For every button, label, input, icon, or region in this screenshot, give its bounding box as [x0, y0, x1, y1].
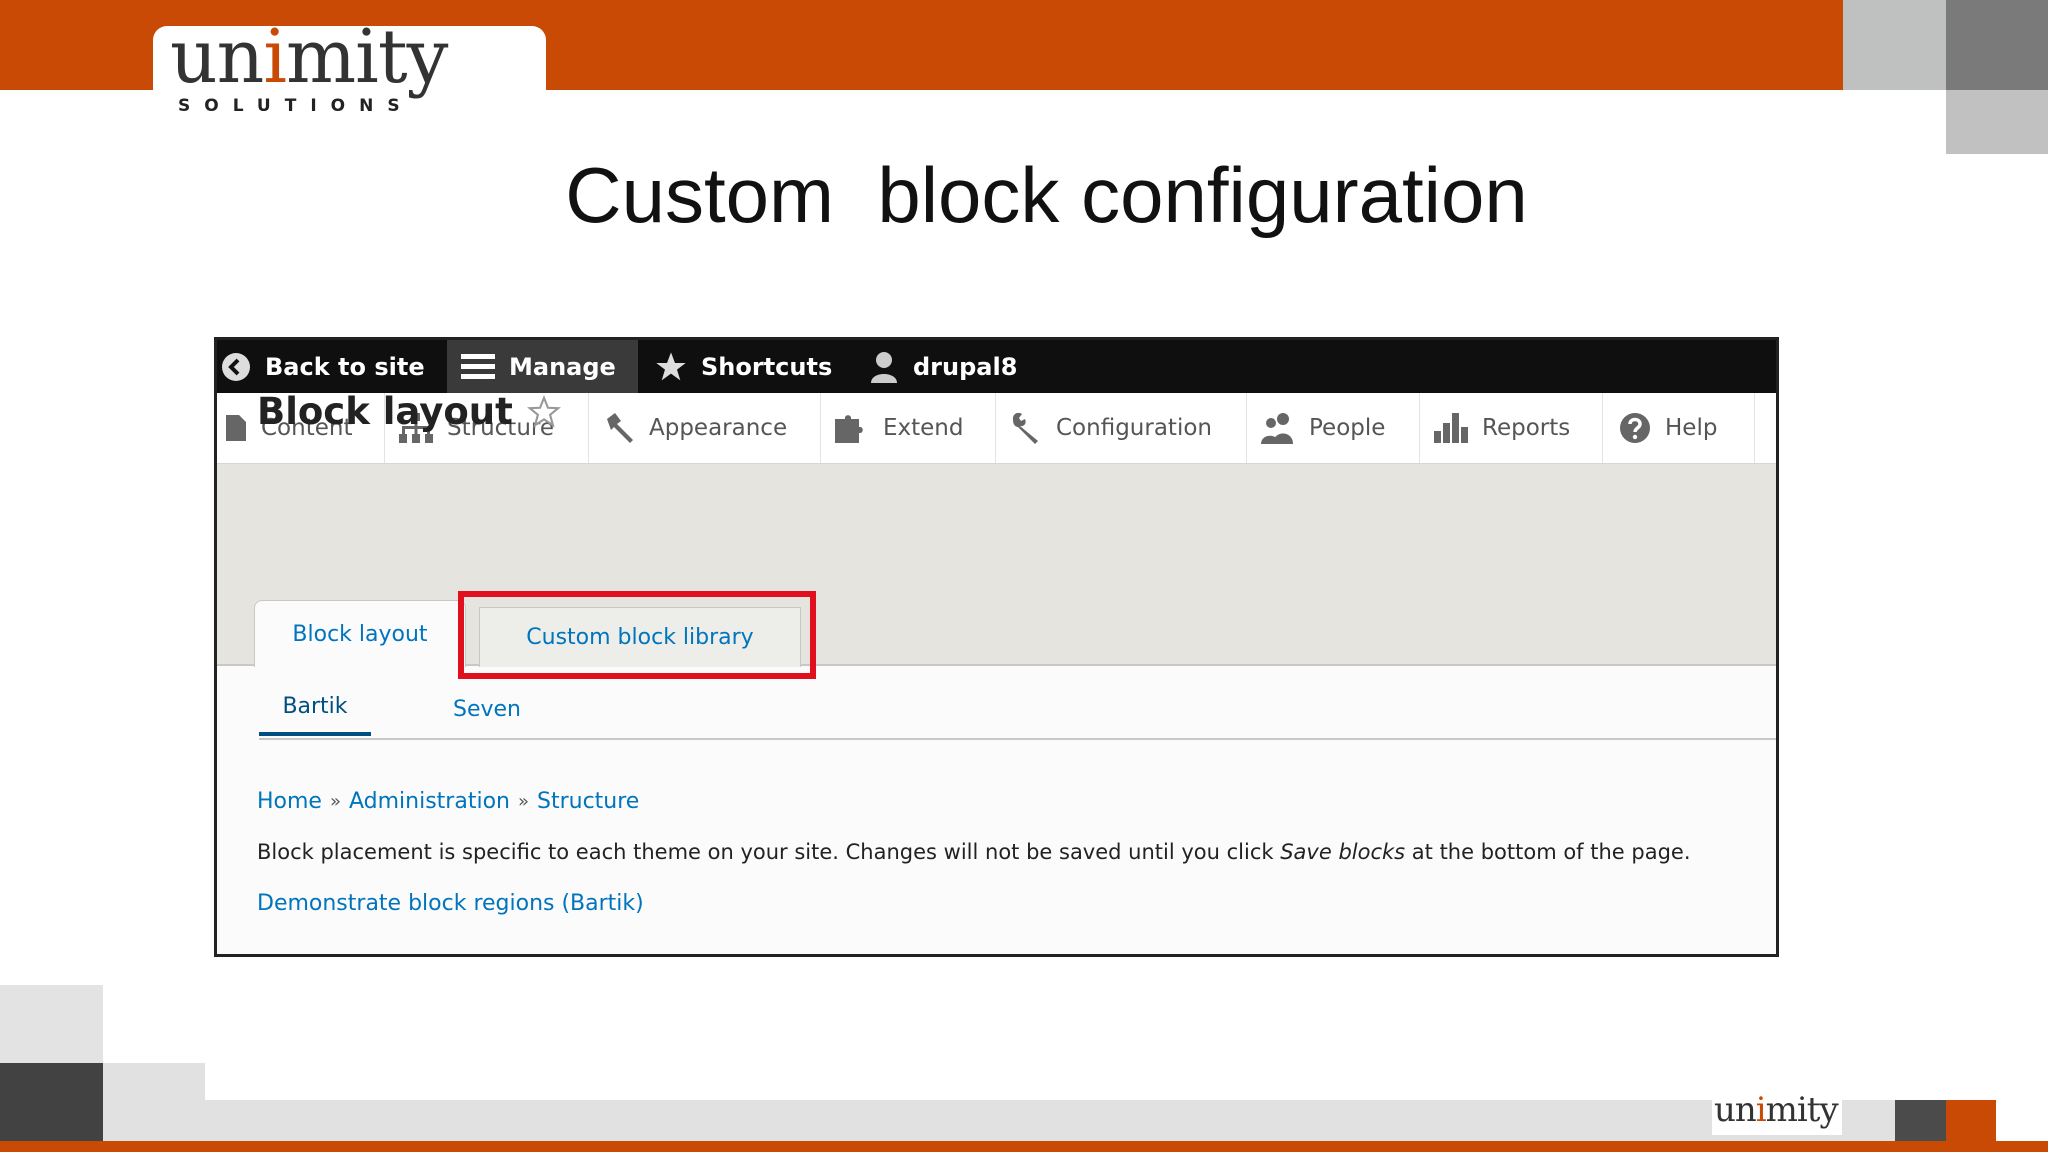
user-label: drupal8 — [913, 352, 1018, 381]
breadcrumb-administration[interactable]: Administration — [349, 789, 510, 814]
shortcuts-label: Shortcuts — [701, 352, 833, 381]
tray-item-label: Extend — [883, 415, 964, 441]
wrench-icon — [1010, 412, 1042, 444]
menu-icon — [461, 352, 495, 382]
drupal-screenshot: Back to site Manage Shortcuts drupal8 Co… — [214, 337, 1779, 957]
tray-item-help[interactable]: Help — [1603, 393, 1755, 463]
shortcuts-tab[interactable]: Shortcuts — [655, 340, 832, 393]
corner-square — [0, 1063, 103, 1141]
user-tab[interactable]: drupal8 — [869, 340, 1017, 393]
demonstrate-block-regions-link[interactable]: Demonstrate block regions (Bartik) — [257, 891, 644, 916]
unimity-logo: unimity — [170, 14, 448, 100]
star-outline-icon[interactable] — [526, 394, 561, 429]
footer-unimity-logo: unimity — [1714, 1090, 1839, 1130]
tray-item-configuration[interactable]: Configuration — [996, 393, 1247, 463]
chevron-left-circle-icon — [221, 352, 251, 382]
breadcrumb-separator: » — [329, 791, 341, 812]
logo-subtitle: SOLUTIONS — [178, 96, 414, 116]
subtab-seven[interactable]: Seven — [447, 680, 527, 738]
tray-item-reports[interactable]: Reports — [1420, 393, 1603, 463]
file-icon — [225, 414, 247, 442]
tray-item-extend[interactable]: Extend — [821, 393, 996, 463]
tray-item-label: Reports — [1482, 415, 1571, 441]
tray-item-label: Appearance — [649, 415, 788, 441]
tray-item-label: Configuration — [1056, 415, 1212, 441]
back-to-site-label: Back to site — [265, 352, 425, 381]
people-icon — [1261, 412, 1295, 444]
bottom-orange-square — [1946, 1100, 1996, 1141]
corner-square — [1843, 0, 1946, 90]
tray-item-label: People — [1309, 415, 1386, 441]
paintbrush-icon — [603, 413, 635, 443]
breadcrumb: Home » Administration » Structure — [257, 789, 639, 814]
breadcrumb-separator: » — [517, 791, 529, 812]
corner-square — [103, 1063, 205, 1141]
manage-tab[interactable]: Manage — [447, 340, 638, 393]
admin-toolbar: Back to site Manage Shortcuts drupal8 — [217, 340, 1776, 393]
page-title-text: Block layout — [257, 390, 513, 433]
tray-item-appearance[interactable]: Appearance — [589, 393, 821, 463]
manage-label: Manage — [509, 352, 616, 381]
back-to-site-link[interactable]: Back to site — [217, 340, 425, 393]
help-icon — [1619, 412, 1651, 444]
bar-chart-icon — [1434, 413, 1468, 443]
page-title: Block layout — [257, 390, 561, 433]
tray-item-people[interactable]: People — [1247, 393, 1420, 463]
tab-block-layout[interactable]: Block layout — [254, 600, 466, 667]
corner-square — [0, 985, 103, 1063]
star-icon — [655, 351, 687, 383]
highlight-box — [458, 591, 816, 679]
user-icon — [869, 351, 899, 383]
corner-square — [1946, 90, 2048, 154]
slide-title: Custom block configuration — [565, 151, 1528, 239]
corner-square — [1946, 0, 2048, 90]
subtab-bartik[interactable]: Bartik — [259, 680, 371, 736]
breadcrumb-home[interactable]: Home — [257, 789, 322, 814]
bottom-orange-line — [0, 1141, 2048, 1152]
theme-subtabs: Bartik Seven — [259, 680, 1776, 740]
block-placement-description: Block placement is specific to each them… — [257, 840, 1691, 864]
bottom-grey-band — [205, 1100, 1895, 1141]
puzzle-icon — [835, 413, 869, 443]
bottom-dark-square — [1895, 1100, 1946, 1141]
tray-item-label: Help — [1665, 415, 1718, 441]
breadcrumb-structure[interactable]: Structure — [537, 789, 639, 814]
